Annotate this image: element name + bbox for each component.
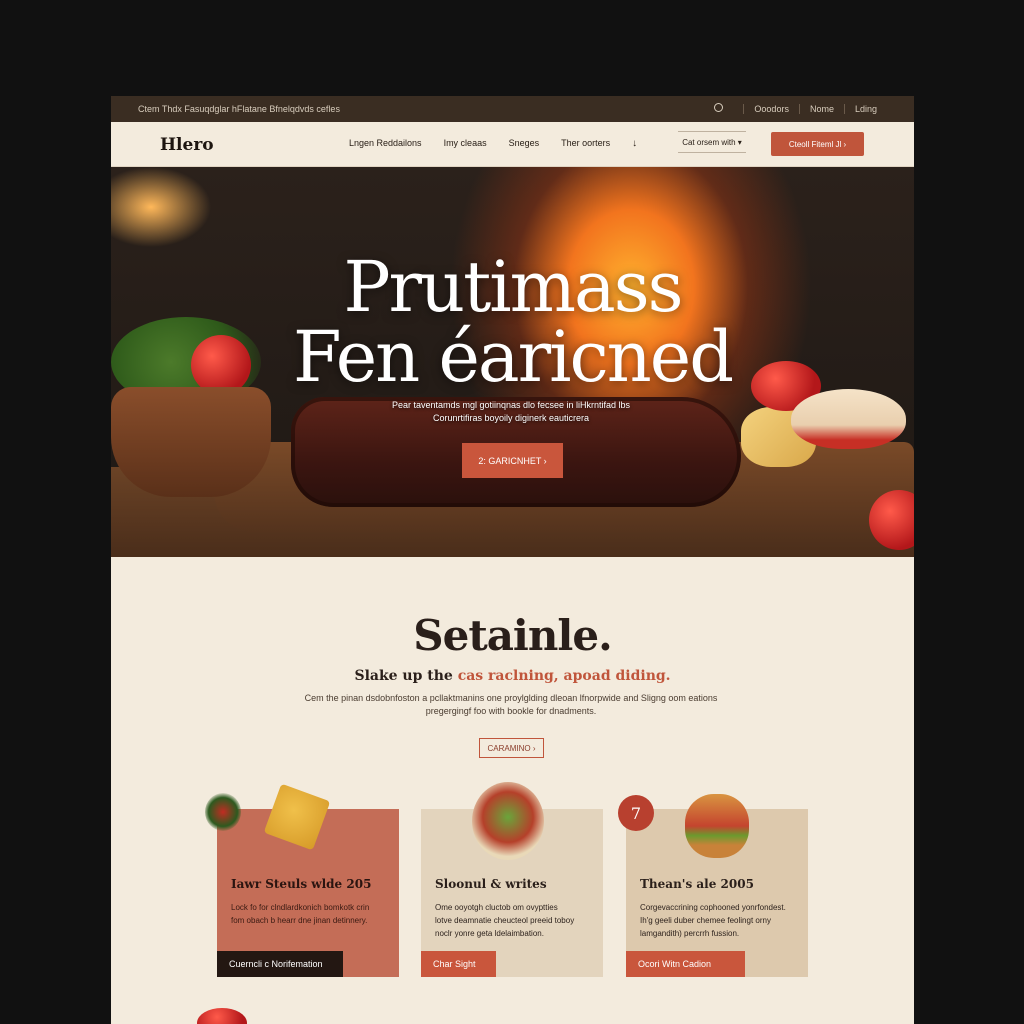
card-text-line: lamgandith) percrrh fussion.	[640, 929, 740, 938]
location-pin-icon[interactable]	[704, 103, 743, 114]
apple-image	[791, 389, 906, 449]
hero-title-line: Fen éaricned	[292, 316, 734, 398]
promo-text: Ctem Thdx Fasuqdglar hFlatane Bfnelqdvds…	[138, 104, 340, 114]
bowl-image	[111, 387, 271, 497]
section-body-line: Cem the pinan dsdobnfoston a pcllaktmani…	[304, 693, 718, 703]
nav-cta-button[interactable]: Cteoll Fiteml Jl ›	[771, 132, 864, 156]
holly-icon	[205, 793, 241, 831]
card-text-line: noclr yonre geta ldelaimbation.	[435, 929, 544, 938]
section-lead-accent: cas raclning, apoad diding.	[457, 668, 671, 684]
logo[interactable]: Hlero	[160, 135, 214, 155]
nav-links: Lngen Reddailons Imy cleaas Sneges Ther …	[349, 138, 637, 149]
top-utility-bar: Ctem Thdx Fasuqdglar hFlatane Bfnelqdvds…	[111, 96, 914, 122]
hero-title-line: Prutimass	[343, 246, 683, 328]
nav-select-field[interactable]: Cat orsem with ▾	[678, 131, 746, 153]
hero-banner: Prutimass Fen éaricned Pear taventamds m…	[111, 167, 914, 557]
section-body-line: pregergingf foo with bookle for dnadment…	[425, 706, 597, 716]
card-text-line: Corgevaccrining cophooned yonrfondest.	[640, 903, 786, 912]
card-button[interactable]: Ocori Witn Cadion	[626, 951, 745, 977]
main-nav: Hlero Lngen Reddailons Imy cleaas Sneges…	[111, 122, 914, 167]
card-title: Sloonul & writes	[435, 877, 547, 891]
card-text: Ome ooyotgh cluctob om ovyptties lotve d…	[435, 901, 590, 940]
utility-link[interactable]: Ooodors	[743, 103, 799, 114]
hero-subtitle-line: Pear taventamds mgl gotiinqnas dlo fecse…	[391, 400, 631, 410]
card-text-line: Lock fo for clndlardkonich bomkotk crin	[231, 903, 370, 912]
card-text-line: Ome ooyotgh cluctob om ovyptties	[435, 903, 558, 912]
nav-link[interactable]: Ther oorters	[561, 138, 610, 149]
nav-link[interactable]: Imy cleaas	[444, 138, 487, 149]
section-lead-text: Slake up the	[354, 668, 458, 684]
utility-link[interactable]: Nome	[798, 103, 844, 114]
utility-link[interactable]: Lding	[843, 103, 887, 114]
card-title: Thean's ale 2005	[640, 877, 754, 891]
burger-image	[685, 794, 749, 858]
hero-subtitle: Pear taventamds mgl gotiinqnas dlo fecse…	[361, 399, 661, 425]
section-lead: Slake up the cas raclning, apoad diding.	[111, 668, 914, 684]
arrow-down-icon[interactable]: ↓	[632, 138, 637, 149]
card-text: Lock fo for clndlardkonich bomkotk crin …	[231, 901, 386, 927]
section-button[interactable]: CARAMINO ›	[479, 738, 544, 758]
card-text-line: lotve deamnatie cheucteol preeid toboy	[435, 916, 575, 925]
section-title: Setainle.	[413, 611, 612, 660]
hero-cta-button[interactable]: 2: GARICNHET ›	[462, 443, 563, 478]
utility-links: Ooodors Nome Lding	[704, 103, 887, 114]
section-body: Cem the pinan dsdobnfoston a pcllaktmani…	[291, 692, 731, 718]
card-button[interactable]: Cuerncli c Norifemation	[217, 951, 343, 977]
nav-link[interactable]: Lngen Reddailons	[349, 138, 422, 149]
hero-title: Prutimass Fen éaricned	[111, 252, 914, 392]
card-title: Iawr Steuls wlde 205	[231, 877, 372, 891]
hero-subtitle-line: Corunrtifiras boyoily diginerk eauticrer…	[432, 413, 590, 423]
page: Ctem Thdx Fasuqdglar hFlatane Bfnelqdvds…	[111, 96, 914, 1024]
card-text-line: fom obach b hearr dne jinan detinnery.	[231, 916, 368, 925]
card-button[interactable]: Char Sight	[421, 951, 496, 977]
card-text-line: Ih'g geeli duber chemee feolingt orny	[640, 916, 771, 925]
nav-link[interactable]: Sneges	[509, 138, 540, 149]
pin-icon	[714, 103, 724, 112]
number-badge: 7	[618, 795, 654, 831]
card-text: Corgevaccrining cophooned yonrfondest. I…	[640, 901, 795, 940]
tomato-image	[197, 1008, 247, 1024]
salad-image	[472, 782, 544, 860]
